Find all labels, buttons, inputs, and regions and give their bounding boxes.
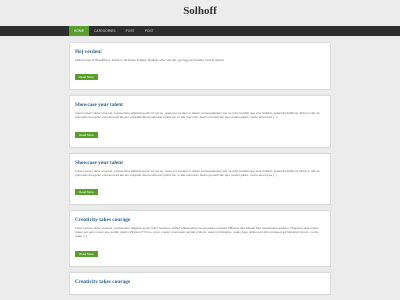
nav-item-categories[interactable]: CATEGORIES [89, 26, 121, 36]
read-more-button[interactable]: Read More [75, 189, 98, 196]
main-navigation: HOME CATEGORIES POST POST [0, 26, 400, 36]
post-card: Creativity takes courage [69, 271, 331, 295]
post-title[interactable]: Showcase your talent [75, 160, 325, 166]
read-more-button[interactable]: Read More [75, 74, 98, 81]
post-title[interactable]: Creativity takes courage [75, 217, 325, 223]
post-excerpt: Lorem ipsum dolor sit amet, consectetur … [75, 111, 320, 120]
nav-item-post-2[interactable]: POST [140, 26, 159, 36]
site-title[interactable]: Solhoff [0, 5, 400, 17]
post-excerpt: Lorem ipsum dolor sit amet, consectetur … [75, 226, 319, 239]
post-excerpt: Velkommen til WordPress. Dette er dit fø… [75, 58, 225, 62]
read-more-button[interactable]: Read More [75, 131, 98, 138]
post-card: Creativity takes courage Lorem ipsum dol… [69, 210, 331, 267]
read-more-button[interactable]: Read More [75, 250, 98, 257]
post-card: Showcase your talent Lorem ipsum dolor s… [69, 152, 331, 206]
post-title[interactable]: Creativity takes courage [75, 279, 325, 285]
nav-item-post[interactable]: POST [121, 26, 140, 36]
post-card: Showcase your talent Lorem ipsum dolor s… [69, 95, 331, 148]
post-title[interactable]: Showcase your talent [75, 102, 325, 108]
post-title[interactable]: Hej verden! [75, 49, 325, 55]
nav-item-home[interactable]: HOME [69, 26, 89, 36]
post-excerpt: Lorem ipsum dolor sit amet, consectetur … [75, 168, 320, 177]
post-list: Hej verden! Velkommen til WordPress. Det… [69, 42, 331, 300]
post-card: Hej verden! Velkommen til WordPress. Det… [69, 42, 331, 91]
site-header: Solhoff [0, 0, 400, 26]
nav-menu: HOME CATEGORIES POST POST [69, 26, 159, 36]
